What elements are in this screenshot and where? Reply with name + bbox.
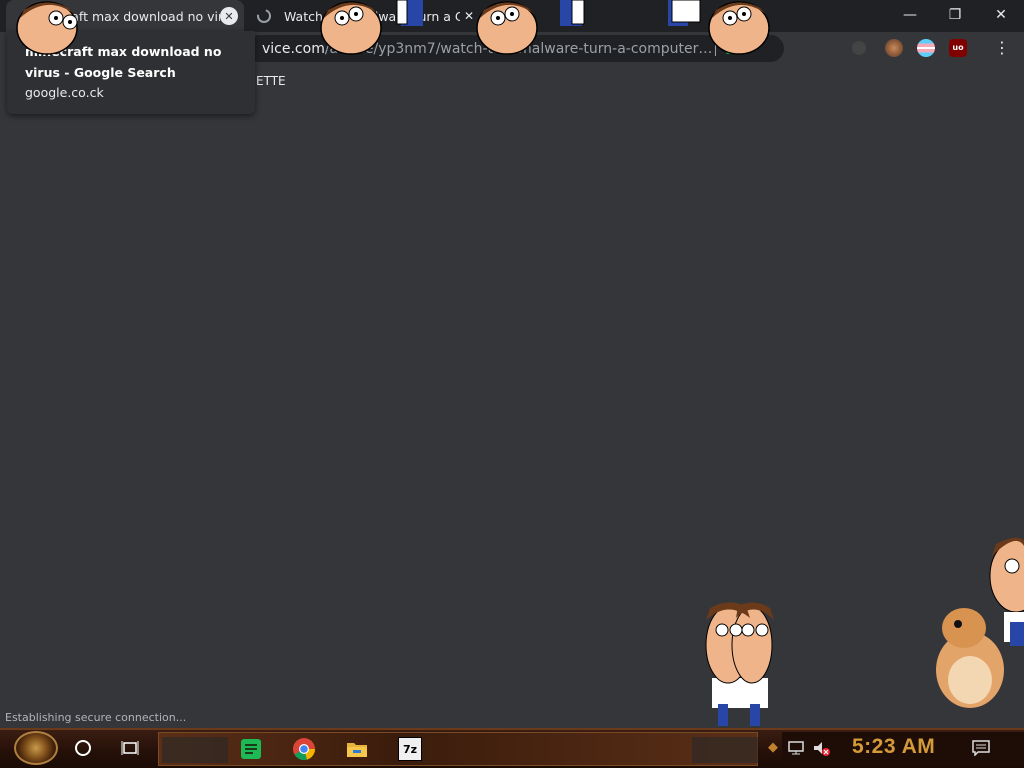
cartoon-face-sprite — [320, 1, 382, 55]
volume-muted-icon[interactable] — [812, 741, 832, 757]
taskbar-empty-slot — [692, 737, 758, 763]
avatar-extension-icon[interactable] — [885, 39, 903, 57]
desktop: minecraft max download no virus ✕ Watch … — [0, 0, 1024, 768]
taskbar-empty-slot — [162, 737, 228, 763]
green-notes-app-icon[interactable] — [239, 737, 263, 761]
cartoon-face-sprite — [476, 1, 538, 55]
cartoon-face-sprite — [708, 1, 770, 55]
task-view-icon — [121, 741, 139, 755]
task-view-button[interactable] — [118, 736, 142, 760]
page-content — [0, 64, 1024, 730]
page-text-fragment: ETTE — [256, 74, 286, 88]
status-bubble: Establishing secure connection... — [0, 709, 192, 726]
action-center-icon[interactable] — [972, 740, 990, 756]
cortana-button[interactable] — [71, 736, 95, 760]
chrome-icon[interactable] — [292, 737, 316, 761]
file-explorer-icon[interactable] — [345, 737, 369, 761]
cartoon-figures-sprite — [705, 602, 774, 726]
7zip-icon[interactable]: 7z — [398, 737, 422, 761]
loading-favicon-icon — [256, 8, 272, 24]
flag-extension-icon[interactable] — [917, 39, 935, 57]
extension-gray-icon[interactable] — [852, 41, 866, 55]
cartoon-arm-sprite — [396, 0, 423, 26]
cortana-icon — [75, 740, 91, 756]
tray-overflow-icon[interactable]: ◆ — [768, 740, 778, 755]
suggestion-url: google.co.ck — [25, 85, 104, 100]
close-window-button[interactable]: ✕ — [978, 0, 1024, 30]
network-icon[interactable] — [788, 741, 806, 755]
start-button[interactable] — [14, 731, 58, 765]
ublock-icon[interactable]: uo — [949, 39, 967, 57]
taskbar-clock[interactable]: 5:23 AM — [852, 735, 935, 759]
cartoon-figure-edge-sprite — [989, 537, 1024, 646]
cartoon-face-sprite — [16, 1, 78, 55]
tab-close-icon[interactable]: ✕ — [220, 7, 238, 25]
cartoon-arm-sprite — [560, 0, 585, 26]
cartoon-arm-sprite — [668, 0, 701, 26]
restore-button[interactable]: ❐ — [932, 0, 978, 30]
minimize-button[interactable]: — — [887, 0, 933, 30]
browser-menu-icon[interactable]: ⋮ — [994, 39, 1010, 57]
